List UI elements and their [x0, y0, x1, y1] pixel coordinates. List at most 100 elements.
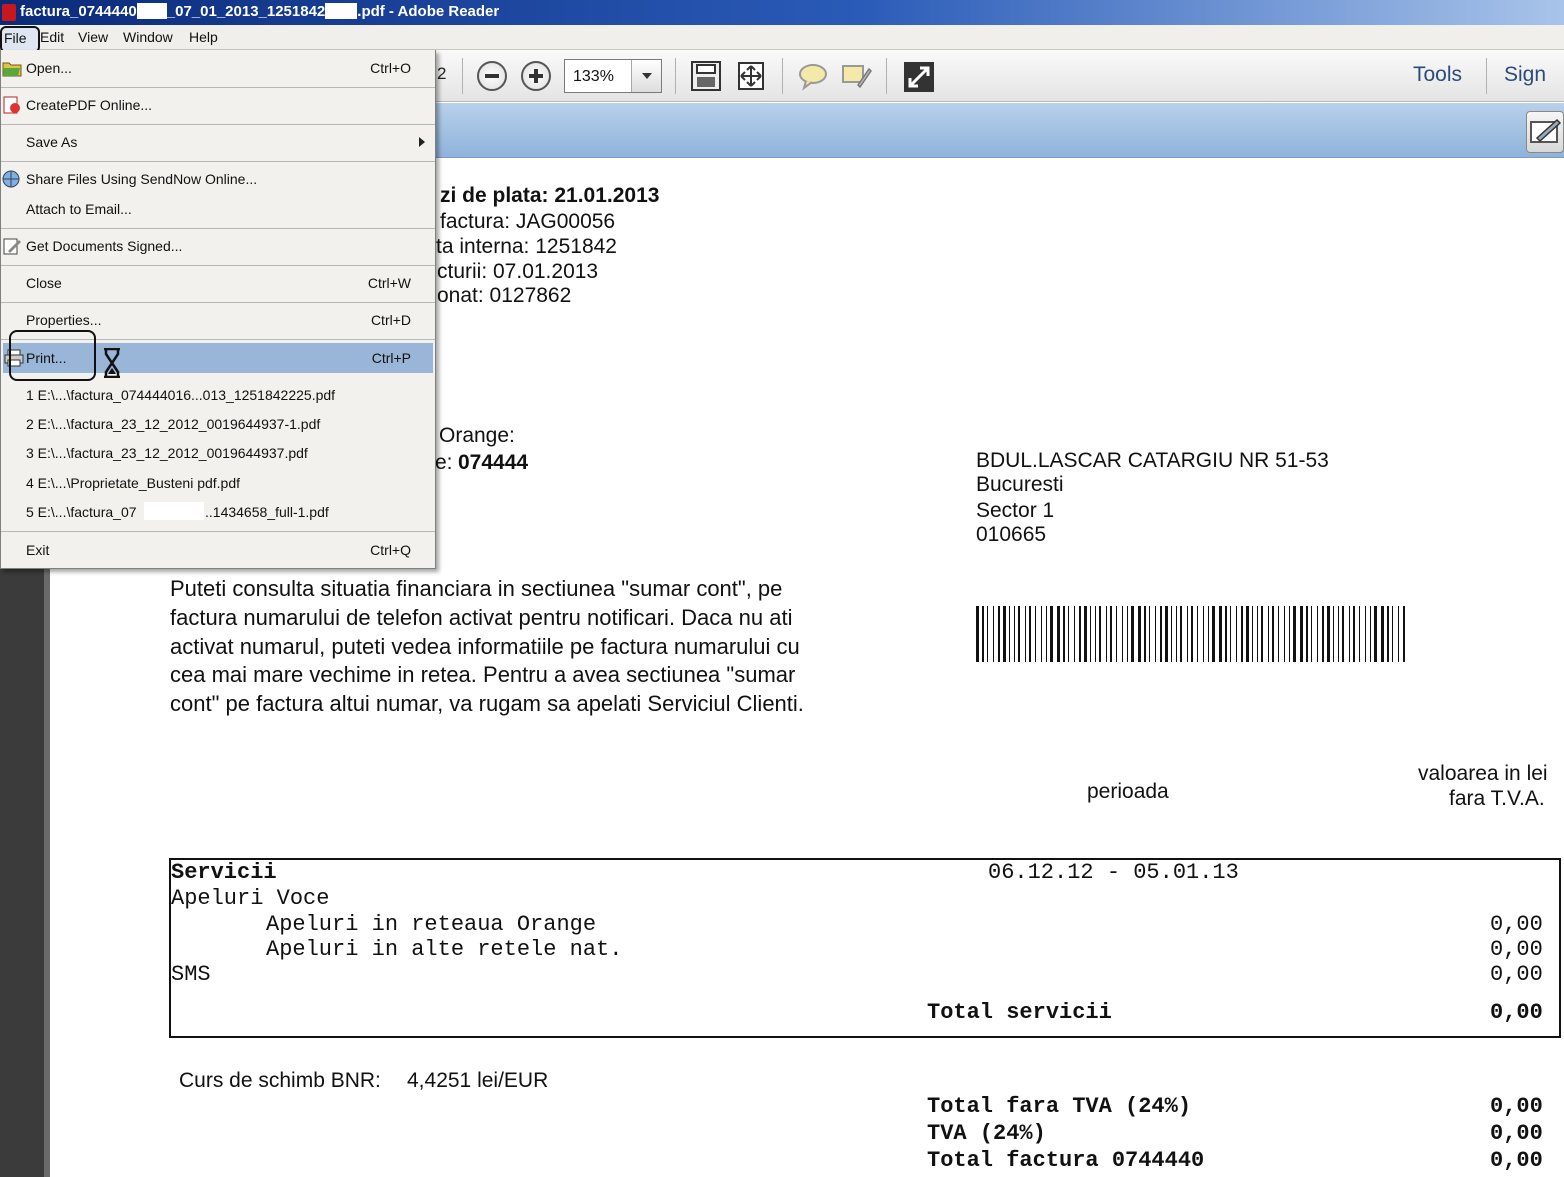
service-row-label: SMS [171, 962, 211, 987]
barcode-image [976, 606, 1405, 662]
zoom-dropdown-button[interactable] [631, 60, 661, 92]
barcode-bar [1398, 606, 1399, 662]
exchange-rate-value: 4,4251 lei/EUR [407, 1069, 549, 1092]
address-line: Sector 1 [976, 499, 1055, 522]
barcode-bar [1029, 606, 1031, 662]
menu-item-attach-email[interactable]: Attach to Email... [1, 194, 435, 224]
page-number-fragment: 2 [437, 64, 447, 83]
barcode-bar [1084, 606, 1087, 662]
properties-shortcut: Ctrl+D [370, 312, 411, 328]
barcode-bar [1289, 606, 1290, 662]
barcode-bar [1403, 606, 1405, 662]
exit-shortcut: Ctrl+Q [370, 542, 411, 558]
exchange-rate-label: Curs de schimb BNR: [179, 1069, 381, 1092]
services-period: 06.12.12 - 05.01.13 [988, 860, 1239, 885]
barcode-bar [1284, 606, 1285, 662]
menu-edit[interactable]: Edit [40, 29, 64, 45]
services-title: Servicii [171, 860, 277, 885]
recent-file-item[interactable]: 4 E:\...\Proprietate_Busteni pdf.pdf [1, 468, 435, 498]
menu-window[interactable]: Window [123, 29, 173, 45]
comment-icon[interactable] [797, 61, 829, 91]
doc-phone-prefix: e: [435, 451, 453, 474]
barcode-bar [1225, 606, 1227, 662]
submenu-arrow-icon [419, 137, 425, 147]
menu-item-create-pdf[interactable]: CreatePDF Online... [1, 90, 435, 120]
total-row-label: TVA (24%) [927, 1121, 1046, 1146]
notice-line: cea mai mare vechime in retea. Pentru a … [170, 662, 796, 687]
barcode-bar [982, 606, 984, 662]
highlight-icon[interactable] [840, 61, 872, 91]
recent-file-item[interactable]: 2 E:\...\factura_23_12_2012_0019644937-1… [1, 409, 435, 439]
menu-item-open[interactable]: Open... Ctrl+O [1, 53, 435, 83]
doc-invoice-date: cturii: 07.01.2013 [437, 260, 599, 283]
barcode-bar [1138, 606, 1141, 662]
doc-due-date: zi de plata: 21.01.2013 [440, 184, 660, 207]
menu-item-exit[interactable]: Exit Ctrl+Q [1, 535, 435, 565]
window-title-part3: .pdf - Adobe Reader [357, 3, 500, 20]
close-label: Close [26, 275, 62, 291]
doc-phone-value: 074444 [458, 451, 529, 474]
barcode-bar [1057, 606, 1060, 662]
share-label: Share Files Using SendNow Online... [26, 171, 258, 187]
sign-button[interactable]: Sign [1504, 63, 1546, 87]
menu-file[interactable]: File [0, 26, 40, 53]
barcode-bar [1322, 606, 1324, 662]
redacted-block [136, 3, 167, 19]
close-shortcut: Ctrl+W [367, 275, 411, 291]
barcode-bar [1171, 606, 1172, 662]
barcode-bar [1236, 606, 1237, 662]
barcode-bar [1149, 606, 1150, 662]
zoom-level-input[interactable]: 133% [564, 59, 662, 93]
zoom-out-button[interactable] [477, 61, 507, 91]
print-highlight-outline [9, 330, 96, 381]
recent-file-label: 3 E:\...\factura_23_12_2012_0019644937.p… [26, 445, 308, 461]
barcode-bar [1257, 606, 1258, 662]
address-line: 010665 [976, 523, 1047, 546]
edit-tool-button[interactable] [1526, 111, 1564, 153]
exit-label: Exit [26, 542, 50, 558]
window-title-part2: _07_01_2013_1251842 [166, 3, 326, 20]
notice-line: factura numarului de telefon activat pen… [170, 605, 793, 630]
barcode-bar [976, 606, 979, 662]
toolbar-separator [886, 58, 887, 94]
menu-separator [1, 228, 435, 229]
barcode-bar [1165, 606, 1168, 662]
full-screen-icon[interactable] [903, 61, 935, 93]
menu-item-close[interactable]: Close Ctrl+W [1, 268, 435, 298]
menu-item-save-as[interactable]: Save As [1, 127, 435, 157]
barcode-bar [1365, 606, 1366, 662]
barcode-bar [1349, 606, 1350, 662]
recent-file-item[interactable]: 1 E:\...\factura_074444016...013_1251842… [1, 380, 435, 410]
barcode-bar [1317, 606, 1318, 662]
barcode-bar [1278, 606, 1279, 662]
recent-file-label: 1 E:\...\factura_074444016...013_1251842… [26, 387, 336, 403]
fit-width-icon[interactable] [735, 61, 767, 91]
barcode-bar [1381, 606, 1384, 662]
zoom-in-button[interactable] [521, 61, 551, 91]
open-folder-icon [2, 62, 22, 77]
barcode-bar [1046, 606, 1047, 662]
total-row-label: Total factura 0744440 [927, 1148, 1205, 1173]
menu-view[interactable]: View [78, 29, 108, 45]
barcode-bar [1116, 606, 1117, 662]
barcode-bar [1359, 606, 1360, 662]
address-line: BDUL.LASCAR CATARGIU NR 51-53 [976, 449, 1329, 472]
fit-page-icon[interactable] [690, 61, 722, 91]
menu-item-get-signed[interactable]: Get Documents Signed... [1, 231, 435, 261]
period-header: perioada [1087, 780, 1169, 803]
open-shortcut: Ctrl+O [370, 60, 411, 76]
recent-file-label-suffix: ..1434658_full-1.pdf [205, 504, 329, 520]
barcode-bar [1208, 606, 1209, 662]
recent-file-item[interactable]: 5 E:\...\factura_07 ..1434658_full-1.pdf [1, 497, 435, 527]
recent-file-item[interactable]: 3 E:\...\factura_23_12_2012_0019644937.p… [1, 438, 435, 468]
zoom-value: 133% [573, 68, 614, 85]
tools-button[interactable]: Tools [1413, 63, 1462, 87]
menu-help[interactable]: Help [189, 29, 218, 45]
barcode-bar [1338, 606, 1339, 662]
menu-separator [1, 124, 435, 125]
barcode-bar [1090, 606, 1091, 662]
service-row-label: Apeluri in reteaua Orange [266, 912, 597, 937]
barcode-bar [1191, 606, 1193, 662]
menu-item-share-sendnow[interactable]: Share Files Using SendNow Online... [1, 164, 435, 194]
barcode-bar [998, 606, 1000, 662]
